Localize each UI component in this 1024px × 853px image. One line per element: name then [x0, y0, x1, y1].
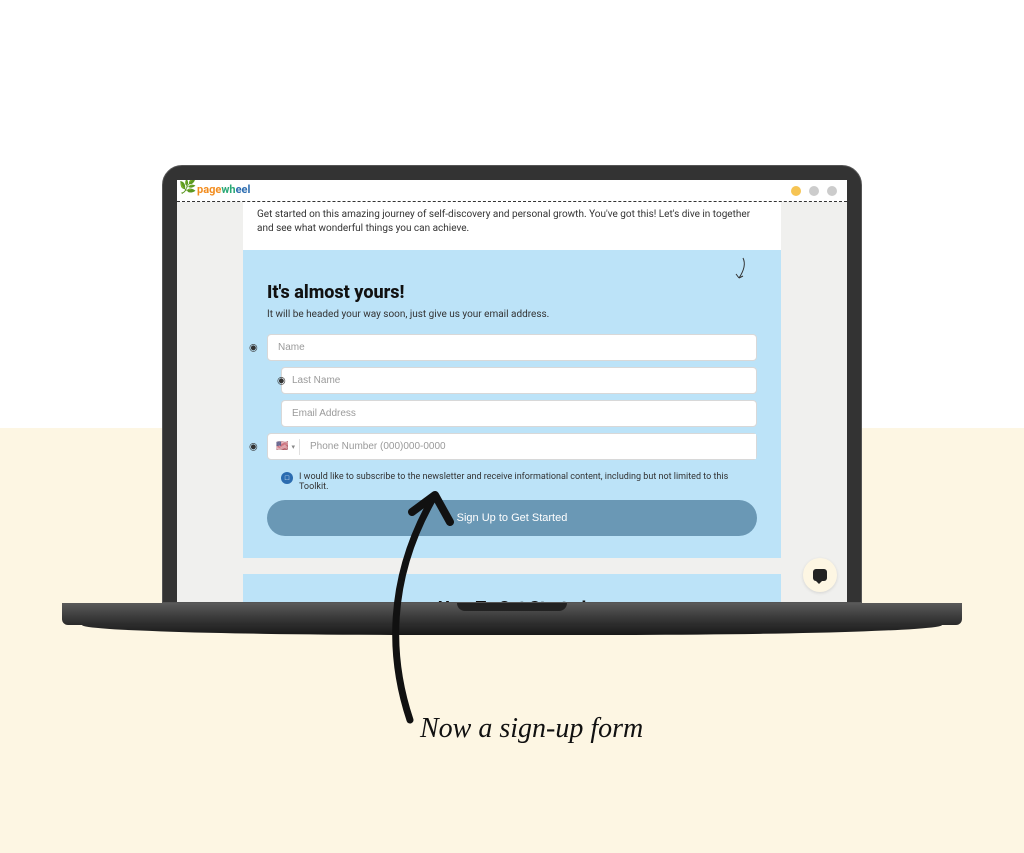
email-input[interactable] [281, 400, 757, 427]
intro-paragraph: Get started on this amazing journey of s… [243, 202, 781, 250]
flag-icon: 🇺🇸 [276, 441, 288, 452]
signup-card: It's almost yours! It will be headed you… [243, 250, 781, 558]
email-field-row [281, 400, 757, 427]
name-field-row: ◉ [267, 334, 757, 361]
phone-field-row: ◉ 🇺🇸 ▾ [267, 433, 757, 460]
logo-text: pagewheel [197, 183, 250, 196]
page-body: Get started on this amazing journey of s… [177, 202, 847, 602]
decorative-arrow-icon [721, 256, 751, 282]
annotation-caption: Now a sign-up form [420, 713, 643, 745]
laptop-base [152, 603, 872, 635]
logo-leaf-icon: 🌿 [179, 180, 196, 194]
avatar-icon[interactable] [791, 186, 801, 196]
consent-label: I would like to subscribe to the newslet… [299, 472, 757, 492]
top-bar: 🌿 pagewheel [177, 180, 847, 202]
settings-icon[interactable] [827, 186, 837, 196]
country-selector[interactable]: 🇺🇸 ▾ [268, 441, 299, 452]
consent-checkbox[interactable] [281, 472, 293, 484]
howto-section: How To Get Started [243, 574, 781, 602]
chat-widget[interactable] [803, 558, 837, 592]
lastname-input[interactable] [281, 367, 757, 394]
chevron-down-icon: ▾ [291, 443, 295, 451]
laptop-mockup: 🌿 pagewheel Get started on this amazing … [152, 165, 872, 635]
form-heading: It's almost yours! [267, 282, 757, 303]
laptop-frame: 🌿 pagewheel Get started on this amazing … [162, 165, 862, 603]
form-subheading: It will be headed your way soon, just gi… [267, 309, 757, 320]
visibility-icon[interactable]: ◉ [249, 342, 258, 353]
screen: 🌿 pagewheel Get started on this amazing … [177, 180, 847, 602]
lastname-field-row: ◉ [281, 367, 757, 394]
visibility-icon[interactable]: ◉ [277, 375, 286, 386]
visibility-icon[interactable]: ◉ [249, 441, 258, 452]
name-input[interactable] [267, 334, 757, 361]
chat-icon [813, 569, 827, 581]
howto-heading: How To Get Started [243, 598, 781, 602]
signup-button[interactable]: Sign Up to Get Started [267, 500, 757, 536]
phone-input[interactable] [300, 434, 756, 459]
menu-icon[interactable] [809, 186, 819, 196]
consent-row: I would like to subscribe to the newslet… [267, 466, 757, 500]
topbar-icons [791, 186, 837, 196]
